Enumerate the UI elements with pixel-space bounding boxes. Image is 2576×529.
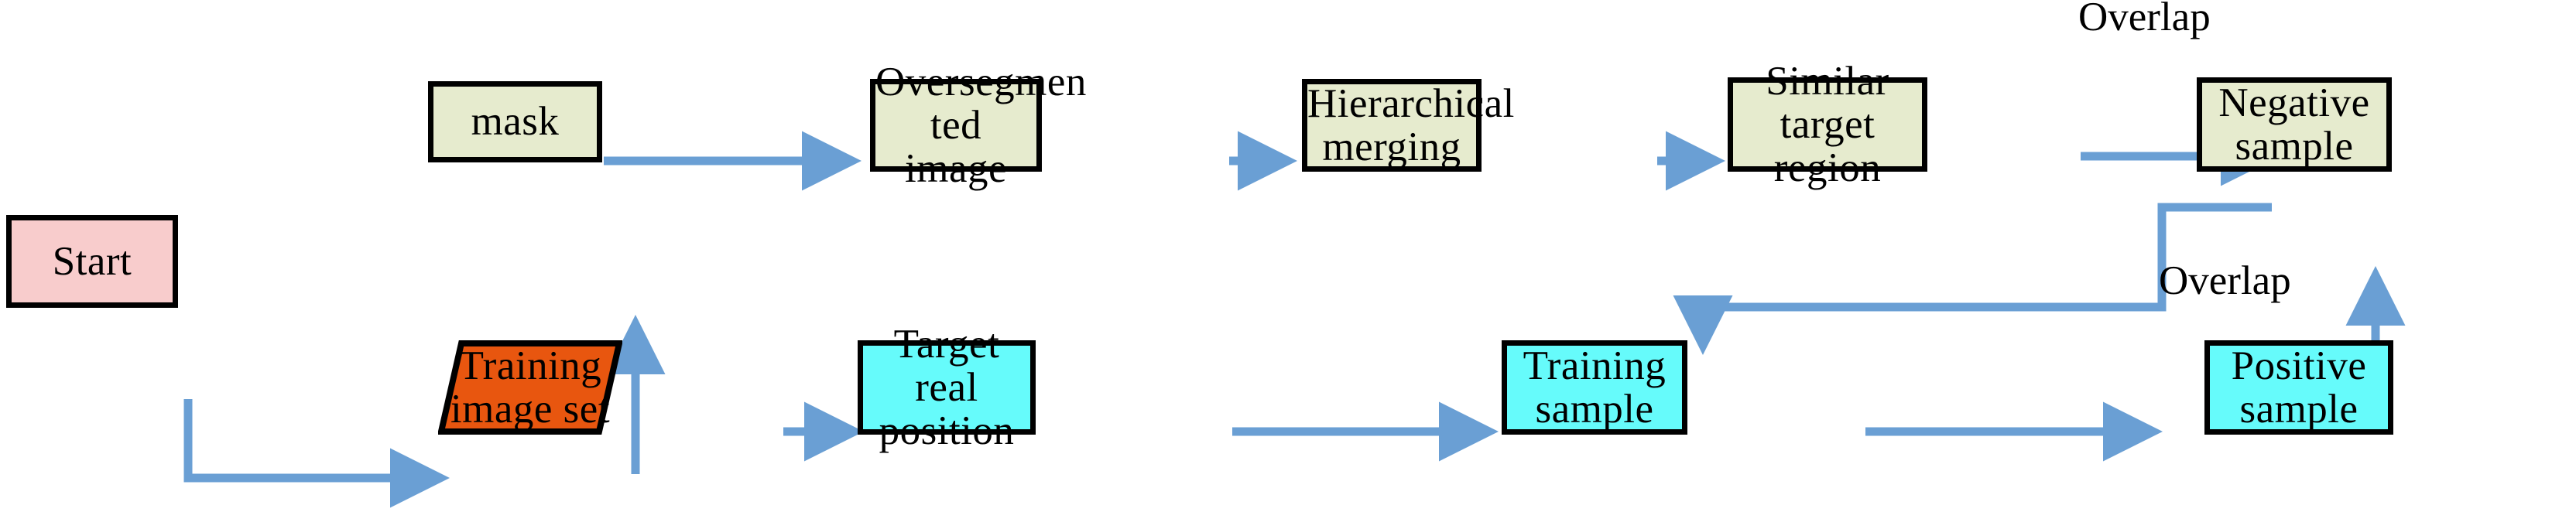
node-oversegmented-image[interactable]: Oversegmen ted image xyxy=(870,60,1086,190)
node-training-image-set-label: Training image set xyxy=(450,343,611,432)
flowchart-diagram: Start mask Oversegmen ted image Hierarch… xyxy=(0,0,2576,529)
node-start-label: Start xyxy=(52,238,132,284)
node-mask[interactable]: mask xyxy=(428,81,602,162)
node-similar-target-region[interactable]: Similar target region xyxy=(1728,60,1927,189)
node-target-real-position-label: Target real position xyxy=(879,321,1015,454)
node-start[interactable]: Start xyxy=(6,215,178,308)
node-training-sample-label: Training sample xyxy=(1523,343,1667,432)
node-target-real-position[interactable]: Target real position xyxy=(858,323,1036,452)
edge-label-overlap-bottom: Overlap xyxy=(2159,261,2291,302)
edge-label-overlap-top: Overlap xyxy=(2078,0,2211,38)
node-training-sample[interactable]: Training sample xyxy=(1502,340,1687,435)
edge-start-to-training-images xyxy=(183,399,450,508)
node-negative-sample-label: Negative sample xyxy=(2218,80,2370,169)
node-negative-sample[interactable]: Negative sample xyxy=(2197,77,2392,172)
node-positive-sample[interactable]: Positive sample xyxy=(2204,340,2393,435)
node-mask-label: mask xyxy=(471,99,560,145)
node-hierarchical-merging-label: Hierarchical merging xyxy=(1307,80,1515,169)
edge-label-overlap-bottom-text: Overlap xyxy=(2159,258,2291,303)
node-positive-sample-label: Positive sample xyxy=(2231,343,2367,432)
node-hierarchical-merging[interactable]: Hierarchical merging xyxy=(1302,79,1515,172)
node-oversegmented-image-label: Oversegmen ted image xyxy=(875,59,1087,192)
edge-label-overlap-top-text: Overlap xyxy=(2078,0,2211,39)
node-training-image-set[interactable]: Training image set xyxy=(438,340,622,435)
node-similar-target-region-label: Similar target region xyxy=(1766,58,1889,191)
